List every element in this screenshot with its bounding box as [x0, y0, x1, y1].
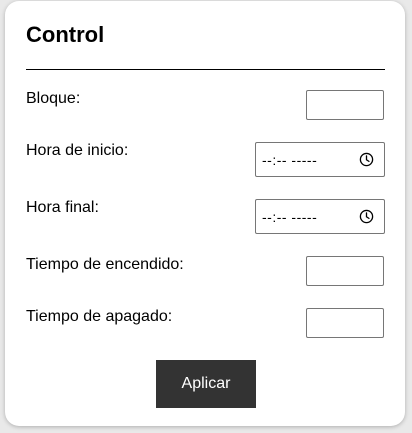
bloque-input[interactable]	[306, 90, 384, 120]
title-divider	[26, 69, 385, 70]
bloque-label: Bloque:	[26, 90, 81, 107]
tiempo-apagado-label: Tiempo de apagado:	[26, 308, 173, 325]
hora-inicio-input[interactable]: --:-- -----	[255, 142, 385, 177]
clock-icon[interactable]	[359, 152, 374, 167]
tiempo-encendido-label: Tiempo de encendido:	[26, 256, 184, 273]
hora-final-input[interactable]: --:-- -----	[255, 199, 385, 234]
hora-final-value: --:-- -----	[262, 209, 318, 225]
apply-button[interactable]: Aplicar	[156, 360, 256, 408]
control-card: Control Bloque: Hora de inicio: --:-- --…	[5, 1, 405, 426]
hora-final-label: Hora final:	[26, 199, 99, 216]
tiempo-apagado-input[interactable]	[306, 308, 384, 338]
clock-icon[interactable]	[359, 209, 374, 224]
hora-inicio-label: Hora de inicio:	[26, 142, 129, 159]
hora-inicio-value: --:-- -----	[262, 152, 318, 168]
tiempo-encendido-input[interactable]	[306, 256, 384, 286]
form-title: Control	[26, 22, 105, 47]
